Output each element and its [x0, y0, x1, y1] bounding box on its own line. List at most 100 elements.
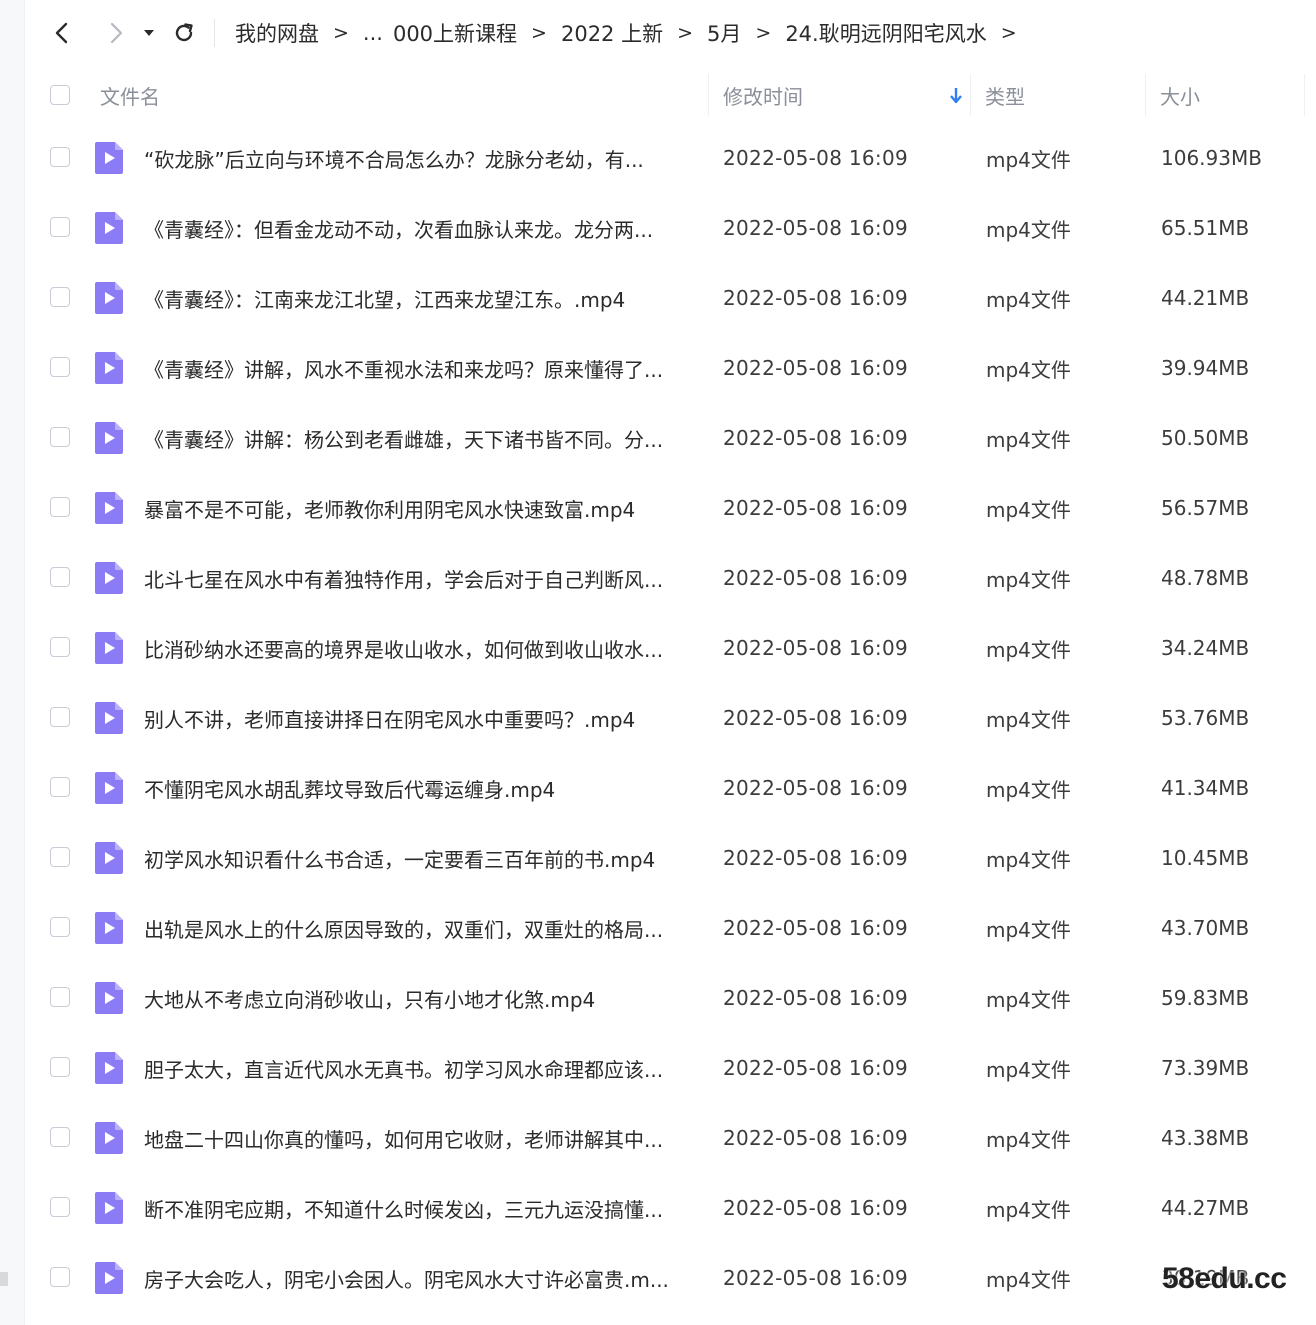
file-row[interactable]: “砍龙脉”后立向与环境不合局怎么办？龙脉分老幼，有... 2022-05-08 1…	[24, 123, 1316, 193]
video-file-icon	[95, 1262, 123, 1294]
file-name[interactable]: 出轨是风水上的什么原因导致的，双重们，双重灶的格局...	[144, 893, 714, 963]
row-checkbox[interactable]	[50, 1057, 70, 1077]
video-file-icon	[95, 1192, 123, 1224]
breadcrumb-item-root[interactable]: 我的网盘	[235, 18, 319, 48]
file-row[interactable]: 北斗七星在风水中有着独特作用，学会后对于自己判断风... 2022-05-08 1…	[24, 543, 1316, 613]
file-name[interactable]: 胆子太大，直言近代风水无真书。初学习风水命理都应该...	[144, 1033, 714, 1103]
column-header-type[interactable]: 类型	[985, 66, 1025, 124]
row-checkbox[interactable]	[50, 917, 70, 937]
row-checkbox[interactable]	[50, 1267, 70, 1287]
video-file-icon	[95, 352, 123, 384]
column-divider[interactable]	[1145, 74, 1146, 116]
video-file-icon	[95, 772, 123, 804]
row-checkbox[interactable]	[50, 567, 70, 587]
breadcrumb-item-2022[interactable]: 2022 上新	[561, 18, 663, 48]
column-header-modified[interactable]: 修改时间	[723, 66, 963, 124]
row-checkbox[interactable]	[50, 847, 70, 867]
file-type: mp4文件	[986, 217, 1071, 242]
breadcrumb-item-current-folder[interactable]: 24.耿明远阴阳宅风水	[785, 18, 986, 48]
row-checkbox[interactable]	[50, 1197, 70, 1217]
select-all-checkbox[interactable]	[50, 85, 70, 105]
row-checkbox[interactable]	[50, 497, 70, 517]
file-name[interactable]: 比消砂纳水还要高的境界是收山收水，如何做到收山收水...	[144, 613, 714, 683]
row-checkbox[interactable]	[50, 147, 70, 167]
file-type: mp4文件	[986, 1057, 1071, 1082]
row-checkbox[interactable]	[50, 707, 70, 727]
file-name[interactable]: 房子大会吃人，阴宅小会困人。阴宅风水大寸许必富贵.m...	[144, 1243, 714, 1313]
file-row[interactable]: 大地从不考虑立向消砂收山，只有小地才化煞.mp4 2022-05-08 16:09…	[24, 963, 1316, 1033]
file-name[interactable]: 大地从不考虑立向消砂收山，只有小地才化煞.mp4	[144, 963, 714, 1033]
file-name[interactable]: 《青囊经》讲解，风水不重视水法和来龙吗？原来懂得了...	[144, 333, 714, 403]
breadcrumb-item-ellipsis[interactable]: ...	[363, 21, 383, 45]
row-checkbox[interactable]	[50, 987, 70, 1007]
file-name[interactable]: 北斗七星在风水中有着独特作用，学会后对于自己判断风...	[144, 543, 714, 613]
file-name[interactable]: 地盘二十四山你真的懂吗，如何用它收财，老师讲解其中...	[144, 1103, 714, 1173]
file-modified-time: 2022-05-08 16:09	[723, 356, 909, 380]
file-row[interactable]: 房子大会吃人，阴宅小会困人。阴宅风水大寸许必富贵.m... 2022-05-08 …	[24, 1243, 1316, 1313]
file-row[interactable]: 出轨是风水上的什么原因导致的，双重们，双重灶的格局... 2022-05-08 1…	[24, 893, 1316, 963]
file-name[interactable]: 暴富不是不可能，老师教你利用阴宅风水快速致富.mp4	[144, 473, 714, 543]
file-name[interactable]: 初学风水知识看什么书合适，一定要看三百年前的书.mp4	[144, 823, 714, 893]
file-row[interactable]: 地盘二十四山你真的懂吗，如何用它收财，老师讲解其中... 2022-05-08 1…	[24, 1103, 1316, 1173]
row-checkbox[interactable]	[50, 217, 70, 237]
file-row[interactable]: 断不准阴宅应期，不知道什么时候发凶，三元九运没搞懂... 2022-05-08 1…	[24, 1173, 1316, 1243]
row-checkbox[interactable]	[50, 777, 70, 797]
file-row[interactable]: 别人不讲，老师直接讲择日在阴宅风水中重要吗？.mp4 2022-05-08 16:…	[24, 683, 1316, 753]
breadcrumb-item-may[interactable]: 5月	[707, 18, 741, 48]
file-row[interactable]: 比消砂纳水还要高的境界是收山收水，如何做到收山收水... 2022-05-08 1…	[24, 613, 1316, 683]
file-row[interactable]: 暴富不是不可能，老师教你利用阴宅风水快速致富.mp4 2022-05-08 16:…	[24, 473, 1316, 543]
file-row[interactable]: 《青囊经》：江南来龙江北望，江西来龙望江东。.mp4 2022-05-08 16:…	[24, 263, 1316, 333]
file-type: mp4文件	[986, 147, 1071, 172]
file-row[interactable]: 《青囊经》讲解，风水不重视水法和来龙吗？原来懂得了... 2022-05-08 1…	[24, 333, 1316, 403]
file-name[interactable]: 别人不讲，老师直接讲择日在阴宅风水中重要吗？.mp4	[144, 683, 714, 753]
file-modified-time: 2022-05-08 16:09	[723, 216, 909, 240]
breadcrumb: 我的网盘 > ... 000上新课程 > 2022 上新 > 5月 > 24.耿…	[235, 18, 1031, 48]
back-button[interactable]	[42, 13, 82, 53]
video-file-icon	[95, 492, 123, 524]
file-name[interactable]: 《青囊经》讲解：杨公到老看雌雄，天下诸书皆不同。分...	[144, 403, 714, 473]
video-file-icon	[95, 1122, 123, 1154]
row-checkbox[interactable]	[50, 1127, 70, 1147]
file-size: 44.27MB	[1161, 1196, 1250, 1220]
file-row[interactable]: 《青囊经》：但看金龙动不动，次看血脉认来龙。龙分两... 2022-05-08 1…	[24, 193, 1316, 263]
file-row[interactable]: 初学风水知识看什么书合适，一定要看三百年前的书.mp4 2022-05-08 16…	[24, 823, 1316, 893]
forward-button[interactable]	[96, 13, 136, 53]
file-row[interactable]: 不懂阴宅风水胡乱葬坟导致后代霉运缠身.mp4 2022-05-08 16:09 mp…	[24, 753, 1316, 823]
breadcrumb-separator: >	[1000, 22, 1017, 44]
file-name[interactable]: 《青囊经》：江南来龙江北望，江西来龙望江东。.mp4	[144, 263, 714, 333]
file-modified-time: 2022-05-08 16:09	[723, 1126, 909, 1150]
row-checkbox[interactable]	[50, 287, 70, 307]
row-checkbox[interactable]	[50, 637, 70, 657]
file-modified-time: 2022-05-08 16:09	[723, 846, 909, 870]
watermark: 58edu.cc	[1162, 1262, 1287, 1295]
breadcrumb-item-courses[interactable]: 000上新课程	[393, 18, 517, 48]
video-file-icon	[95, 912, 123, 944]
toolbar: 我的网盘 > ... 000上新课程 > 2022 上新 > 5月 > 24.耿…	[24, 0, 1316, 66]
file-size: 59.83MB	[1161, 986, 1250, 1010]
refresh-button[interactable]	[164, 13, 204, 53]
row-checkbox[interactable]	[50, 427, 70, 447]
file-size: 43.38MB	[1161, 1126, 1250, 1150]
file-row[interactable]: 胆子太大，直言近代风水无真书。初学习风水命理都应该... 2022-05-08 1…	[24, 1033, 1316, 1103]
column-header-size[interactable]: 大小	[1160, 66, 1200, 124]
file-type: mp4文件	[986, 917, 1071, 942]
column-divider[interactable]	[1304, 74, 1305, 116]
file-name[interactable]: “砍龙脉”后立向与环境不合局怎么办？龙脉分老幼，有...	[144, 123, 714, 193]
file-name[interactable]: 《青囊经》：但看金龙动不动，次看血脉认来龙。龙分两...	[144, 193, 714, 263]
dropdown-icon	[144, 30, 154, 36]
column-divider[interactable]	[970, 74, 971, 116]
file-modified-time: 2022-05-08 16:09	[723, 286, 909, 310]
column-header-name[interactable]: 文件名	[100, 66, 160, 124]
file-size: 56.57MB	[1161, 496, 1250, 520]
video-file-icon	[95, 632, 123, 664]
column-divider[interactable]	[708, 74, 709, 116]
file-type: mp4文件	[986, 847, 1071, 872]
file-modified-time: 2022-05-08 16:09	[723, 916, 909, 940]
history-dropdown-button[interactable]	[136, 13, 162, 53]
file-modified-time: 2022-05-08 16:09	[723, 636, 909, 660]
breadcrumb-separator: >	[531, 22, 547, 44]
file-name[interactable]: 断不准阴宅应期，不知道什么时候发凶，三元九运没搞懂...	[144, 1173, 714, 1243]
file-name[interactable]: 不懂阴宅风水胡乱葬坟导致后代霉运缠身.mp4	[144, 753, 714, 823]
row-checkbox[interactable]	[50, 357, 70, 377]
file-row[interactable]: 《青囊经》讲解：杨公到老看雌雄，天下诸书皆不同。分... 2022-05-08 1…	[24, 403, 1316, 473]
